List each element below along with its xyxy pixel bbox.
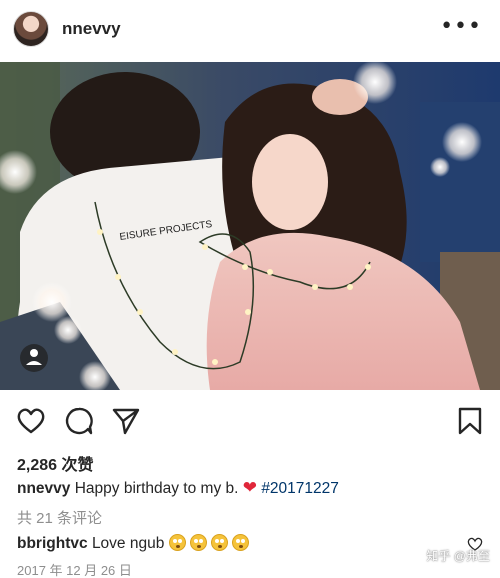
flushed-face-emoji: [210, 534, 228, 551]
red-heart-emoji: ❤: [242, 478, 257, 497]
view-all-comments-link[interactable]: 共 21 条评论: [17, 507, 102, 528]
caption-text: Happy birthday to my b.: [74, 480, 239, 497]
comment-icon[interactable]: [64, 406, 94, 436]
author-username[interactable]: nnevvy: [62, 19, 121, 39]
caption-username[interactable]: nnevvy: [17, 480, 70, 497]
comment-username[interactable]: bbrightvc: [17, 535, 88, 552]
flushed-face-emoji: [168, 534, 186, 551]
zhihu-watermark: 知乎 @弗至: [426, 549, 490, 563]
likes-count[interactable]: 2,286 次赞: [17, 451, 94, 475]
bookmark-icon[interactable]: [455, 406, 485, 436]
post-actions: [0, 400, 500, 444]
post-photo[interactable]: EISURE PROJECTS: [0, 62, 500, 390]
share-send-icon[interactable]: [111, 406, 141, 436]
flushed-face-emoji: [189, 534, 207, 551]
flushed-face-emoji: [231, 534, 249, 551]
post-caption: nnevvy Happy birthday to my b. ❤ #201712…: [17, 478, 339, 498]
author-avatar[interactable]: [13, 11, 49, 47]
post-header: nnevvy •••: [0, 0, 500, 60]
post-date: 2017 年 12 月 26 日: [17, 563, 132, 578]
more-horizontal-icon[interactable]: •••: [440, 14, 482, 39]
comment-item: bbrightvc Love ngub: [17, 534, 253, 553]
comment-text: Love ngub: [91, 535, 165, 552]
caption-hashtag[interactable]: #20171227: [261, 480, 339, 497]
like-heart-icon[interactable]: [16, 406, 46, 436]
photo-illustration: EISURE PROJECTS: [0, 62, 500, 390]
